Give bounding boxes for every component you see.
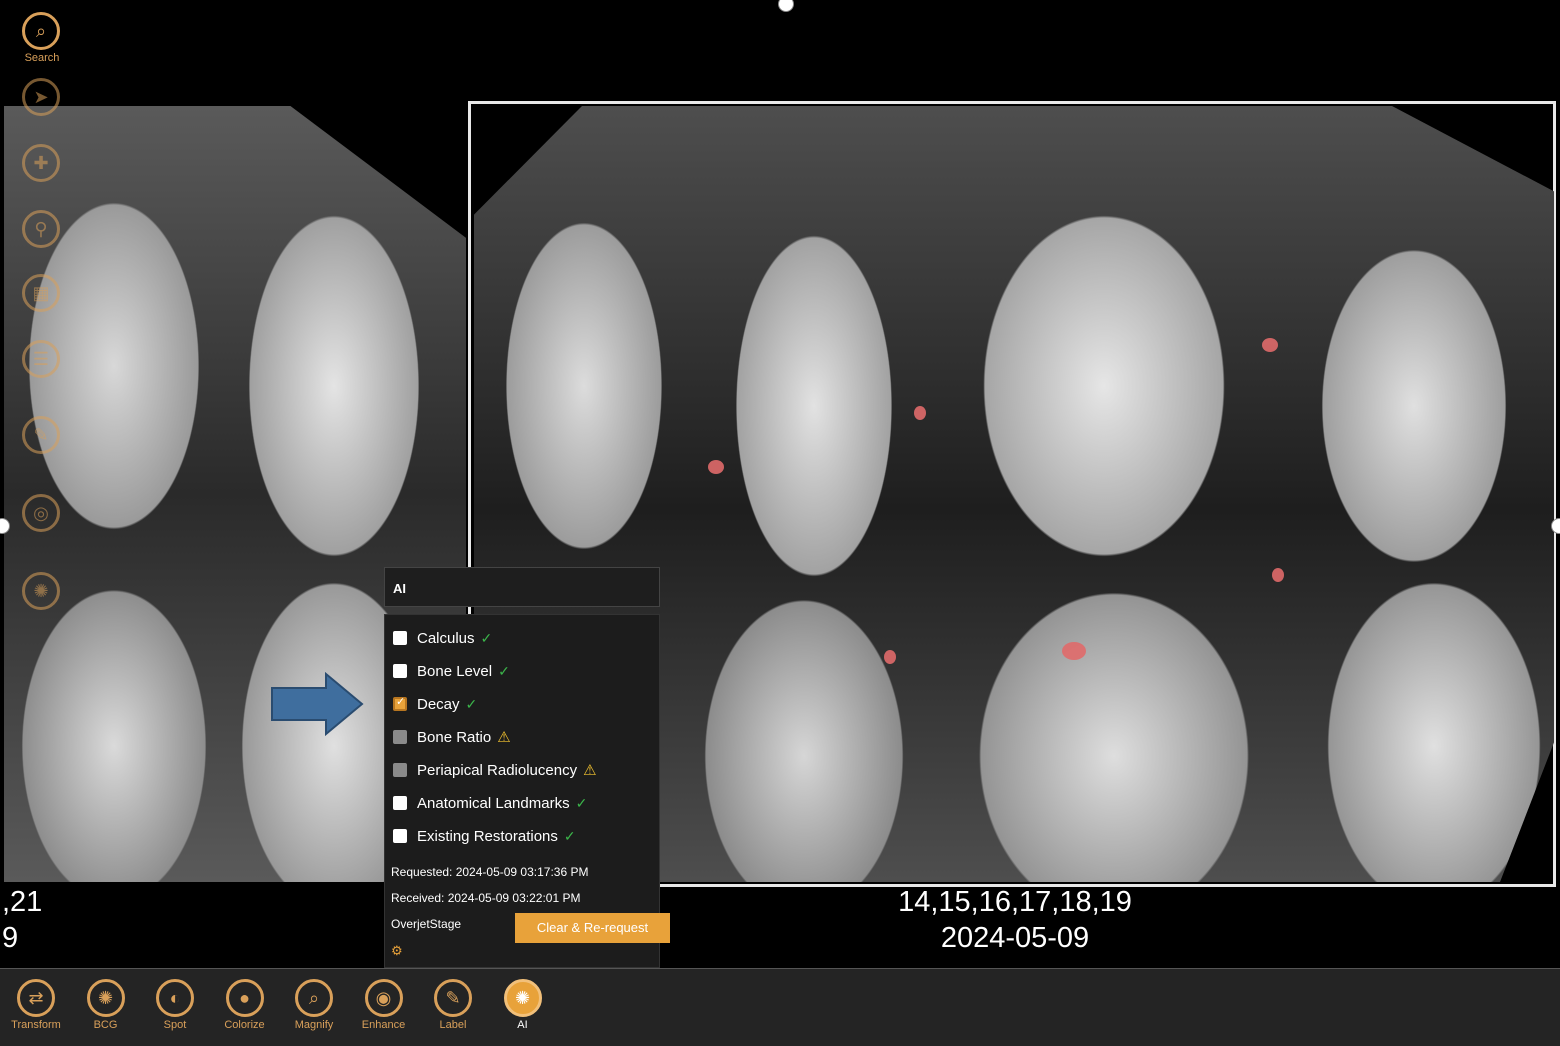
- checkbox[interactable]: [393, 631, 407, 645]
- ai-panel-header: AI: [384, 567, 660, 607]
- bcg-icon: ✺: [86, 979, 125, 1017]
- edit-icon[interactable]: ✎: [22, 416, 60, 454]
- check-icon: ✓: [563, 827, 576, 844]
- tool-icon[interactable]: ⚲: [22, 210, 60, 248]
- decay-marker: [884, 650, 896, 664]
- right-caption-date: 2024-05-09: [940, 922, 1090, 954]
- ai-option-decay[interactable]: Decay ✓: [393, 693, 477, 715]
- checkbox[interactable]: [393, 664, 407, 678]
- search-icon[interactable]: ⌕: [22, 12, 60, 50]
- warning-icon: ⚠: [583, 762, 597, 779]
- decay-marker: [1062, 642, 1086, 660]
- ai-option-bone-ratio[interactable]: Bone Ratio ⚠: [393, 726, 511, 748]
- left-caption-teeth: ,21: [2, 886, 43, 918]
- eye-icon: ◉: [364, 979, 403, 1017]
- label-icon: ✎: [434, 979, 472, 1017]
- toolbar-label: Transform: [11, 1019, 61, 1031]
- check-icon: ✓: [498, 662, 510, 679]
- magnify-icon: ⌕: [295, 979, 333, 1017]
- toolbar-label: Magnify: [294, 1019, 334, 1031]
- series-icon[interactable]: ☰: [22, 340, 60, 378]
- toolbar-bcg-button[interactable]: ✺ BCG: [74, 979, 138, 1031]
- toolbar-label: Colorize: [224, 1019, 265, 1031]
- toolbar-spot-button[interactable]: ◐ Spot: [143, 979, 207, 1031]
- option-label: Periapical Radiolucency: [417, 761, 578, 779]
- ai-option-anatomical-landmarks[interactable]: Anatomical Landmarks ✓: [393, 792, 587, 814]
- checkbox[interactable]: [393, 796, 407, 810]
- option-label: Bone Ratio: [417, 728, 492, 746]
- right-caption-teeth: 14,15,16,17,18,19: [898, 886, 1132, 918]
- ai-option-calculus[interactable]: Calculus ✓: [393, 627, 492, 649]
- check-icon: ✓: [575, 794, 588, 811]
- toolbar-label: Enhance: [361, 1019, 406, 1031]
- toolbar-label: Label: [439, 1019, 467, 1031]
- toolbar-colorize-button[interactable]: ● Colorize: [213, 979, 277, 1031]
- transform-icon: ⇄: [17, 979, 55, 1017]
- cursor-icon[interactable]: ➤: [22, 78, 60, 116]
- toolbar-label: AI: [517, 1019, 528, 1031]
- requested-timestamp: Requested: 2024-05-09 03:17:36 PM: [391, 865, 589, 879]
- option-label: Calculus: [417, 629, 475, 647]
- tool-label: Search: [24, 52, 60, 64]
- toolbar-magnify-button[interactable]: ⌕ Magnify: [282, 979, 346, 1031]
- left-image-caption: ,21 9: [2, 884, 42, 956]
- decay-marker: [1272, 568, 1284, 582]
- circle-icon[interactable]: ◎: [22, 494, 60, 532]
- received-timestamp: Received: 2024-05-09 03:22:01 PM: [391, 891, 581, 905]
- stage-settings-icon[interactable]: ⚙: [391, 943, 403, 959]
- drop-icon: ●: [225, 979, 264, 1017]
- option-label: Bone Level: [417, 662, 493, 680]
- left-caption-date: 9: [2, 922, 19, 954]
- ai-option-bone-level[interactable]: Bone Level ✓: [393, 660, 510, 682]
- option-label: Decay: [417, 695, 460, 713]
- layers-icon[interactable]: ▦: [22, 274, 60, 312]
- toolbar-enhance-button[interactable]: ◉ Enhance: [352, 979, 416, 1031]
- toolbar-label: Spot: [163, 1019, 187, 1031]
- pointer-arrow-right-icon: [271, 672, 364, 736]
- resize-handle[interactable]: [778, 0, 794, 12]
- ai-option-periapical-radiolucency[interactable]: Periapical Radiolucency ⚠: [393, 759, 597, 781]
- right-image-caption: 14,15,16,17,18,19 2024-05-09: [880, 884, 1150, 956]
- target-icon[interactable]: ✚: [22, 144, 60, 182]
- checkbox: [393, 763, 407, 777]
- stage-label: OverjetStage: [391, 917, 462, 931]
- clear-rerequest-button[interactable]: Clear & Re-request: [515, 913, 670, 943]
- checkbox[interactable]: [393, 695, 407, 711]
- settings-icon[interactable]: ✺: [22, 572, 60, 610]
- toolbar-label: BCG: [93, 1019, 118, 1031]
- decay-marker: [1262, 338, 1278, 352]
- toolbar-ai-button[interactable]: ✺ AI: [491, 979, 555, 1031]
- option-label: Existing Restorations: [417, 827, 558, 845]
- toolbar-transform-button[interactable]: ⇄ Transform: [4, 979, 68, 1031]
- decay-marker: [914, 406, 926, 420]
- ai-icon: ✺: [503, 979, 542, 1017]
- decay-marker: [708, 460, 724, 474]
- warning-icon: ⚠: [497, 729, 511, 746]
- toolbar-label-button[interactable]: ✎ Label: [421, 979, 485, 1031]
- checkbox: [393, 730, 407, 744]
- check-icon: ✓: [465, 695, 478, 712]
- bottom-toolbar: ⇄ Transform ✺ BCG ◐ Spot ● Colorize ⌕ Magnify ◉ Enh…: [0, 968, 1560, 1046]
- checkbox[interactable]: [393, 829, 407, 843]
- ai-option-existing-restorations[interactable]: Existing Restorations ✓: [393, 825, 576, 847]
- check-icon: ✓: [480, 629, 493, 646]
- option-label: Anatomical Landmarks: [417, 794, 570, 812]
- spot-icon: ◐: [156, 979, 194, 1017]
- resize-handle[interactable]: [1551, 518, 1560, 534]
